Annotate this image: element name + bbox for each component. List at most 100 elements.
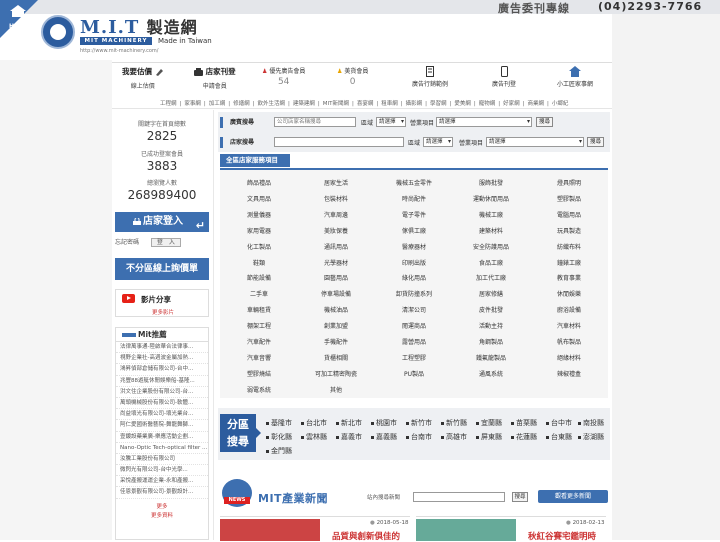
region-item[interactable]: 花蓮縣 xyxy=(511,432,537,442)
service-item[interactable]: 文具用品 xyxy=(220,194,298,203)
video-share-box[interactable]: 影片分享 更多影片 xyxy=(115,289,209,317)
service-item[interactable]: 運動休閒用品 xyxy=(452,194,530,203)
store-nav[interactable]: 店家刊登 申請會員 xyxy=(194,66,236,90)
list-item[interactable]: 微閃光有限公司-台中光學... xyxy=(116,465,208,477)
service-item[interactable]: PU製品 xyxy=(375,369,453,378)
category-link[interactable]: 喜宴網 xyxy=(357,101,374,107)
more-videos-link[interactable]: 更多影片 xyxy=(116,308,210,316)
service-item[interactable]: 飾品禮品 xyxy=(220,178,298,187)
region-item[interactable]: 嘉義市 xyxy=(336,432,362,442)
service-item[interactable]: 玩具製造 xyxy=(530,226,608,235)
category-link[interactable]: 加工網 xyxy=(209,101,226,107)
list-item[interactable]: 法律萬事通-陸啟華合法律事... xyxy=(116,342,208,354)
home-link[interactable]: HOME xyxy=(9,23,29,30)
service-item[interactable]: 鐘錶工廠 xyxy=(530,258,608,267)
category-link[interactable]: 寵物網 xyxy=(479,101,496,107)
service-item[interactable]: 建築材料 xyxy=(452,226,530,235)
service-item[interactable]: 鞋類 xyxy=(220,258,298,267)
service-item[interactable]: 園藝用品 xyxy=(297,273,375,282)
beauty-members[interactable]: ♟ 美貨會員 0 xyxy=(337,66,368,87)
list-item[interactable]: 洪文住企業股份有限公司-台... xyxy=(116,387,208,398)
service-item[interactable]: 教育事業 xyxy=(530,273,608,282)
service-item[interactable]: 角鋼製品 xyxy=(452,337,530,346)
service-item[interactable]: 塑膠製品 xyxy=(530,194,608,203)
service-item[interactable]: 清潔公司 xyxy=(375,305,453,314)
region-item[interactable]: 雲林縣 xyxy=(301,432,327,442)
category-link[interactable]: 租車網 xyxy=(381,101,398,107)
service-item[interactable]: 食品工廠 xyxy=(452,258,530,267)
more-data-link[interactable]: 更多資料 xyxy=(116,511,208,519)
premium-members[interactable]: ♟ 優先廣告會員 54 xyxy=(262,66,305,87)
service-item[interactable]: 電子零件 xyxy=(375,210,453,219)
ad-example-nav[interactable]: 廣告行銷範例 xyxy=(412,66,448,88)
service-item[interactable]: 化工製品 xyxy=(220,242,298,251)
service-item[interactable]: 家用電器 xyxy=(220,226,298,235)
service-item[interactable]: 紡織布料 xyxy=(530,242,608,251)
service-item[interactable]: 通訊用品 xyxy=(297,242,375,251)
service-item[interactable]: 醫療器材 xyxy=(375,242,453,251)
service-item[interactable]: 其他 xyxy=(297,385,375,394)
cross-area-quote-button[interactable]: 不分區線上詢價單 xyxy=(115,258,209,280)
service-item[interactable]: 停車場設備 xyxy=(297,289,375,298)
region-item[interactable]: 澎湖縣 xyxy=(578,432,604,442)
service-item[interactable]: 汽車材料 xyxy=(530,321,608,330)
service-item[interactable]: 手機配件 xyxy=(297,337,375,346)
service-item[interactable]: 加工代工廠 xyxy=(452,273,530,282)
list-item[interactable]: 兆豐88遊艇休閒娛樂船-基隆... xyxy=(116,376,208,387)
service-item[interactable]: 貨櫃相關 xyxy=(297,353,375,362)
service-item[interactable]: 車輛租賃 xyxy=(220,305,298,314)
category-link[interactable]: 學習網 xyxy=(430,101,447,107)
service-item[interactable]: 時尚配件 xyxy=(375,194,453,203)
service-item[interactable]: 休閒娛樂 xyxy=(530,289,608,298)
news-card[interactable]: 2018-05-18 品質與創新俱佳的 xyxy=(220,516,410,542)
forgot-password-link[interactable]: 忘記密碼 xyxy=(115,239,139,246)
region-item[interactable]: 台北市 xyxy=(301,418,327,428)
service-item[interactable]: 工程塑膠 xyxy=(375,353,453,362)
region-item[interactable]: 新竹縣 xyxy=(441,418,467,428)
category-link[interactable]: 攝影網 xyxy=(406,101,423,107)
region-select[interactable]: 請選擇 xyxy=(376,117,406,127)
service-item[interactable]: 居家修繕 xyxy=(452,289,530,298)
service-item[interactable]: 燈具照明 xyxy=(530,178,608,187)
region-item[interactable]: 高雄市 xyxy=(441,432,467,442)
service-item[interactable]: 廚浴設備 xyxy=(530,305,608,314)
service-item[interactable]: 居家生活 xyxy=(297,178,375,187)
region-item[interactable]: 台南市 xyxy=(406,432,432,442)
service-item[interactable]: 服飾批發 xyxy=(452,178,530,187)
news-search-button[interactable]: 搜尋 xyxy=(512,492,528,502)
service-item[interactable]: 汽車音響 xyxy=(220,353,298,362)
service-item[interactable]: 卸貨防撞系列 xyxy=(375,289,453,298)
service-item[interactable]: 電腦用品 xyxy=(530,210,608,219)
list-item[interactable]: 阿仁愛國術醫藝院-舞龍舞獅... xyxy=(116,420,208,432)
service-item[interactable]: 絕緣材料 xyxy=(530,353,608,362)
list-item[interactable]: 鴻昇偵部倉儲有限公司-台中... xyxy=(116,364,208,376)
category-link[interactable]: 商業網 xyxy=(527,101,544,107)
service-item[interactable]: 鐵氟龍製品 xyxy=(452,353,530,362)
region-item[interactable]: 台東縣 xyxy=(546,432,572,442)
quote-nav[interactable]: 我要估價 線上估價 xyxy=(122,66,164,90)
list-item[interactable]: 佳恩景觀有限公司-景觀設計... xyxy=(116,487,208,499)
service-item[interactable]: 辣椒禮盒 xyxy=(530,369,608,378)
service-item[interactable]: 機械工廠 xyxy=(452,210,530,219)
more-link[interactable]: 更多 xyxy=(116,502,208,510)
category-link[interactable]: 家事網 xyxy=(184,101,201,107)
region-item[interactable]: 苗栗縣 xyxy=(511,418,537,428)
service-item[interactable]: 美妝保養 xyxy=(297,226,375,235)
region-item[interactable]: 屏東縣 xyxy=(476,432,502,442)
category-link[interactable]: 修繕網 xyxy=(233,101,250,107)
region-item[interactable]: 彰化縣 xyxy=(266,432,292,442)
list-item[interactable]: 視野企業社-高週波金屬加熱... xyxy=(116,353,208,365)
list-item[interactable]: 尚益壞光有限公司-壞光業台... xyxy=(116,409,208,421)
site-logo-icon[interactable] xyxy=(41,15,75,49)
service-item[interactable]: 可加工精密陶瓷 xyxy=(297,369,375,378)
service-item[interactable]: 傢俱工廠 xyxy=(375,226,453,235)
service-item[interactable]: 汽車配件 xyxy=(220,337,298,346)
more-news-button[interactable]: 觀看更多新聞 xyxy=(538,490,608,503)
ad-store-nav[interactable]: 廣告刊登 xyxy=(492,66,516,88)
service-item[interactable]: 通風系統 xyxy=(452,369,530,378)
list-item[interactable]: Nano-Optic Tech-optical filter ... xyxy=(116,443,208,454)
category-link[interactable]: 愛美網 xyxy=(454,101,471,107)
category-link[interactable]: 建築建網 xyxy=(293,101,315,107)
list-item[interactable]: 采悅產搬運運企業-永和產搬... xyxy=(116,476,208,488)
service-item[interactable]: 光學器材 xyxy=(297,258,375,267)
